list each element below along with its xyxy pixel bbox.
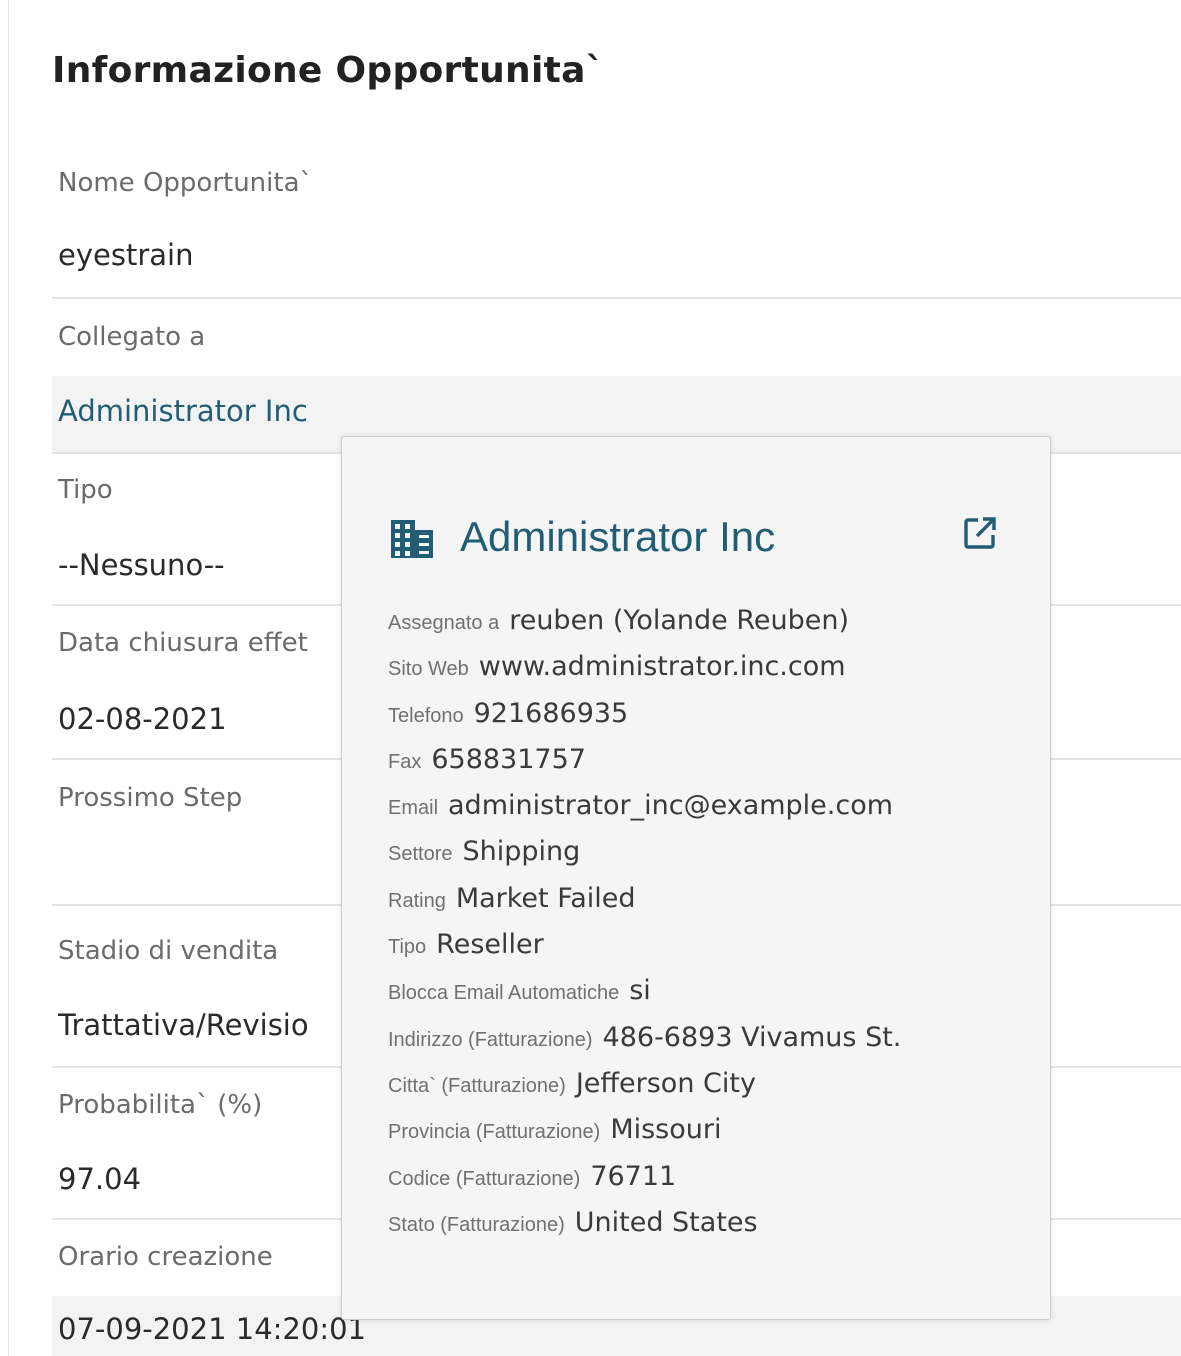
left-border xyxy=(8,0,9,1356)
detail-row-billing-country: Stato (Fatturazione) United States xyxy=(388,1206,758,1238)
detail-row-email-opt-out: Blocca Email Automatiche si xyxy=(388,975,651,1007)
page-title: Informazione Opportunita` xyxy=(52,50,605,91)
detail-row-rating: Rating Market Failed xyxy=(388,882,636,914)
detail-row-phone: Telefono 921686935 xyxy=(388,697,629,729)
field-label: Data chiusura effet xyxy=(58,628,308,658)
detail-row-billing-address: Indirizzo (Fatturazione) 486-6893 Vivamus… xyxy=(388,1021,902,1053)
popover-title[interactable]: Administrator Inc xyxy=(460,513,775,561)
popover-header: Administrator Inc xyxy=(390,513,1010,571)
field-divider xyxy=(52,297,1181,299)
field-label: Collegato a xyxy=(58,322,206,352)
field-label: Tipo xyxy=(58,475,113,505)
detail-row-type: Tipo Reseller xyxy=(388,929,544,961)
detail-row-industry: Settore Shipping xyxy=(388,836,581,868)
popover-details: Assegnato a reuben (Yolande Reuben) Sito … xyxy=(388,605,1028,1253)
field-value[interactable]: eyestrain xyxy=(52,222,1181,298)
detail-row-billing-city: Citta` (Fatturazione) Jefferson City xyxy=(388,1067,756,1099)
field-label: Orario creazione xyxy=(58,1242,273,1272)
detail-row-fax: Fax 658831757 xyxy=(388,743,586,775)
field-label: Stadio di vendita xyxy=(58,936,279,966)
building-icon xyxy=(391,520,433,558)
detail-row-website: Sito Web www.administrator.inc.com xyxy=(388,651,846,683)
detail-row-billing-state: Provincia (Fatturazione) Missouri xyxy=(388,1114,722,1146)
detail-row-assigned-to: Assegnato a reuben (Yolande Reuben) xyxy=(388,605,849,636)
external-link-icon[interactable] xyxy=(962,515,998,551)
field-label: Prossimo Step xyxy=(58,783,243,813)
field-label: Nome Opportunita` xyxy=(58,168,313,198)
field-label: Probabilita` (%) xyxy=(58,1090,263,1120)
account-preview-popover: Administrator Inc Assegnato a reuben (Yol… xyxy=(341,436,1051,1320)
detail-row-email: Email administrator_inc@example.com xyxy=(388,790,894,822)
detail-row-billing-code: Codice (Fatturazione) 76711 xyxy=(388,1160,677,1192)
